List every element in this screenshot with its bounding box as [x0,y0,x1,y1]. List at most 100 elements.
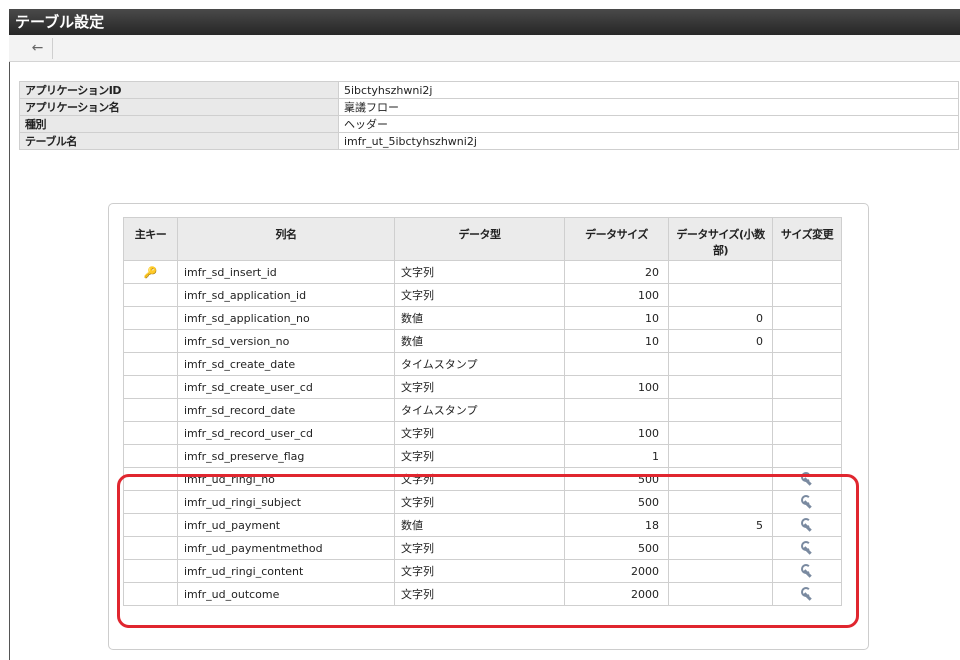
data-size-cell: 2000 [564,559,669,583]
data-type-cell: 数値 [394,306,565,330]
data-type-cell: 文字列 [394,444,565,468]
data-scale-cell [668,490,773,514]
table-row: imfr_sd_create_user_cd 文字列 100 [123,375,842,399]
header-data-size-scale: データサイズ(小数部) [668,217,773,261]
data-size-cell: 10 [564,306,669,330]
back-arrow-icon: ← [31,40,44,56]
table-row: imfr_ud_payment 数値 18 5 [123,513,842,537]
info-label: 種別 [19,115,339,133]
data-type-cell: 文字列 [394,260,565,284]
primary-key-cell [123,559,178,583]
wrench-icon[interactable] [799,471,815,485]
column-name-cell: imfr_ud_ringi_subject [177,490,395,514]
wrench-icon[interactable] [799,586,815,600]
application-info-table: アプリケーションID 5ibctyhszhwni2j アプリケーション名 稟議フロー種… [19,81,959,150]
table-row: imfr_sd_preserve_flag 文字列 1 [123,444,842,468]
data-scale-cell [668,375,773,399]
data-type-cell: 数値 [394,513,565,537]
info-row: テーブル名 imfr_ut_5ibctyhszhwni2j [19,132,959,150]
primary-key-cell [123,582,178,606]
primary-key-cell [123,444,178,468]
data-scale-cell [668,536,773,560]
data-size-cell: 100 [564,375,669,399]
data-type-cell: 文字列 [394,421,565,445]
info-value: 稟議フロー [338,98,959,116]
data-scale-cell: 5 [668,513,773,537]
data-size-cell: 18 [564,513,669,537]
column-name-cell: imfr_sd_create_date [177,352,395,376]
table-row: imfr_ud_ringi_subject 文字列 500 [123,490,842,514]
size-change-cell [772,398,842,422]
data-type-cell: 文字列 [394,467,565,491]
size-change-cell [772,283,842,307]
data-size-cell: 500 [564,467,669,491]
primary-key-cell [123,536,178,560]
primary-key-cell [123,398,178,422]
wrench-icon[interactable] [799,540,815,554]
column-name-cell: imfr_sd_record_user_cd [177,421,395,445]
column-name-cell: imfr_sd_version_no [177,329,395,353]
data-type-cell: 文字列 [394,536,565,560]
data-scale-cell [668,559,773,583]
size-change-cell [772,559,842,583]
wrench-icon[interactable] [799,517,815,531]
table-row: imfr_sd_application_id 文字列 100 [123,283,842,307]
data-scale-cell: 0 [668,306,773,330]
data-scale-cell [668,421,773,445]
size-change-cell [772,582,842,606]
primary-key-cell [123,306,178,330]
size-change-cell [772,352,842,376]
data-type-cell: 数値 [394,329,565,353]
info-row: アプリケーション名 稟議フロー [19,98,959,116]
data-scale-cell [668,352,773,376]
column-name-cell: imfr_ud_paymentmethod [177,536,395,560]
primary-key-cell [123,421,178,445]
size-change-cell [772,260,842,284]
size-change-cell [772,306,842,330]
header-data-size: データサイズ [564,217,669,261]
info-value: 5ibctyhszhwni2j [338,81,959,99]
data-type-cell: 文字列 [394,283,565,307]
column-name-cell: imfr_sd_record_date [177,398,395,422]
left-border [9,62,10,660]
size-change-cell [772,444,842,468]
data-type-cell: 文字列 [394,582,565,606]
column-name-cell: imfr_sd_preserve_flag [177,444,395,468]
column-name-cell: imfr_sd_application_id [177,283,395,307]
primary-key-cell [123,467,178,491]
wrench-icon[interactable] [799,494,815,508]
table-row: imfr_sd_application_no 数値 10 0 [123,306,842,330]
size-change-cell [772,421,842,445]
column-name-cell: imfr_sd_insert_id [177,260,395,284]
primary-key-cell [123,375,178,399]
header-column-name: 列名 [177,217,395,261]
table-row: imfr_sd_record_user_cd 文字列 100 [123,421,842,445]
column-name-cell: imfr_ud_ringi_no [177,467,395,491]
data-type-cell: タイムスタンプ [394,352,565,376]
column-name-cell: imfr_ud_payment [177,513,395,537]
size-change-cell [772,375,842,399]
info-value: imfr_ut_5ibctyhszhwni2j [338,132,959,150]
data-scale-cell [668,444,773,468]
data-size-cell: 500 [564,490,669,514]
data-type-cell: 文字列 [394,490,565,514]
primary-key-cell: 🔑 [123,260,178,284]
data-size-cell: 100 [564,283,669,307]
data-size-cell [564,398,669,422]
header-data-type: データ型 [394,217,565,261]
columns-table: 主キー 列名 データ型 データサイズ データサイズ(小数部) サイズ変更 🔑 im… [123,217,842,606]
table-row: imfr_ud_ringi_content 文字列 2000 [123,559,842,583]
wrench-icon[interactable] [799,563,815,577]
info-row: 種別 ヘッダー [19,115,959,133]
data-size-cell: 2000 [564,582,669,606]
info-row: アプリケーションID 5ibctyhszhwni2j [19,81,959,99]
size-change-cell [772,329,842,353]
column-name-cell: imfr_ud_ringi_content [177,559,395,583]
table-row: imfr_sd_record_date タイムスタンプ [123,398,842,422]
back-button[interactable]: ← [23,38,53,59]
info-label: テーブル名 [19,132,339,150]
info-value: ヘッダー [338,115,959,133]
data-scale-cell [668,283,773,307]
size-change-cell [772,513,842,537]
table-row: 🔑 imfr_sd_insert_id 文字列 20 [123,260,842,284]
